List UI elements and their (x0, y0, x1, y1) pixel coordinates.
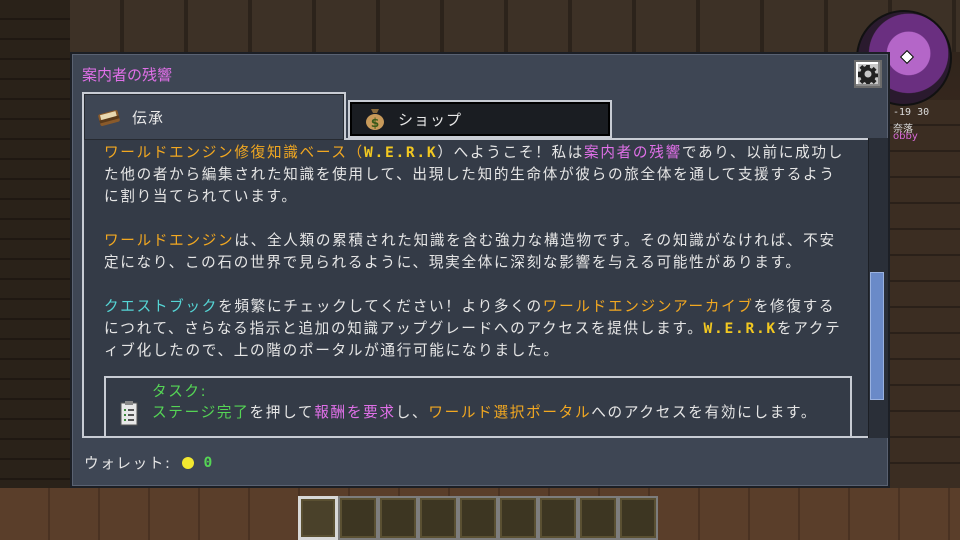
wallet-amount: 0 (203, 454, 214, 471)
text-segment: クエストブック (104, 298, 219, 315)
wallet: ウォレット: 0 (84, 452, 214, 473)
world-wall-right (890, 100, 960, 500)
hotbar-slot[interactable] (338, 496, 378, 540)
text-segment: を押して (249, 404, 315, 421)
text-segment: ステージ完了 (152, 404, 250, 421)
lore-paragraph-3: クエストブックを頻繁にチェックしてください！より多くのワールドエンジンアーカイブ… (104, 296, 846, 362)
clipboard-icon (120, 401, 138, 426)
hotbar-slot[interactable] (458, 496, 498, 540)
tab-lore-label: 伝承 (132, 108, 165, 127)
lore-paragraph-2: ワールドエンジンは、全人類の累積された知識を含む強力な構造物です。その知識がなけ… (104, 230, 846, 274)
hotbar (298, 496, 658, 540)
text-segment: 報酬を要求 (314, 404, 396, 421)
lore-content-area[interactable]: ワールドエンジン修復知識ベース（W.E.R.K）へようこそ！私は案内者の残響であ… (82, 138, 888, 438)
minimap-coords: -19 30 (893, 107, 930, 118)
guide-panel: 案内者の残響 伝承 $ ショップ ワールドエンジン修復知識ベース（W.E.R.K… (70, 52, 890, 488)
scrollbar-thumb[interactable] (870, 272, 884, 400)
task-box: タスク: ステージ完了を押して報酬を要求し、ワールド選択ポータルへのアクセスを有… (104, 376, 852, 436)
tab-lore[interactable]: 伝承 (82, 92, 346, 140)
text-segment: W.E.R.K (363, 144, 438, 161)
book-icon (98, 110, 120, 126)
wallet-label: ウォレット: (84, 455, 172, 472)
lore-text: ワールドエンジン修復知識ベース（W.E.R.K）へようこそ！私は案内者の残響であ… (104, 142, 846, 384)
hotbar-slot[interactable] (578, 496, 618, 540)
money-bag-icon: $ (366, 109, 384, 130)
player-marker-icon (899, 49, 915, 65)
text-segment: 案内者の残響 (584, 144, 682, 161)
world-ceiling-beam (60, 0, 960, 52)
hotbar-slot[interactable] (418, 496, 458, 540)
task-title: タスク: (152, 383, 208, 400)
text-segment: ワールドエンジンアーカイブ (542, 298, 754, 315)
panel-title: 案内者の残響 (82, 66, 173, 84)
tab-shop[interactable]: $ ショップ (348, 100, 612, 138)
text-segment: へのアクセスを有効にします。 (591, 404, 818, 421)
lore-paragraph-1: ワールドエンジン修復知識ベース（W.E.R.K）へようこそ！私は案内者の残響であ… (104, 142, 846, 208)
gear-icon (858, 64, 878, 84)
coin-icon (181, 456, 194, 469)
text-segment: ）へようこそ！私は (437, 144, 585, 161)
svg-text:$: $ (371, 116, 379, 130)
text-segment: ワールド選択ポータル (428, 404, 592, 421)
minimap-sub-label: obby (893, 131, 918, 142)
world-wall-left (0, 0, 70, 540)
hotbar-slot[interactable] (498, 496, 538, 540)
text-segment: ワールドエンジン修復知識ベース（ (104, 144, 364, 161)
hotbar-slot[interactable] (298, 496, 338, 540)
task-body: ステージ完了を押して報酬を要求し、ワールド選択ポータルへのアクセスを有効にします… (152, 402, 842, 424)
text-segment: W.E.R.K (703, 320, 777, 337)
hotbar-slot[interactable] (378, 496, 418, 540)
text-segment: し、 (395, 404, 429, 421)
hotbar-slot[interactable] (618, 496, 658, 540)
hotbar-slot[interactable] (538, 496, 578, 540)
settings-button[interactable] (854, 60, 882, 88)
text-segment: ワールドエンジン (104, 232, 235, 249)
text-segment: を頻繁にチェックしてください！より多くの (218, 298, 543, 315)
tab-shop-label: ショップ (398, 110, 463, 129)
